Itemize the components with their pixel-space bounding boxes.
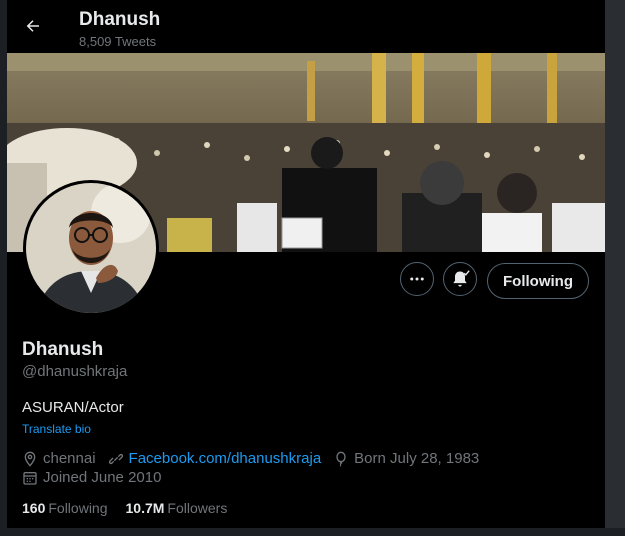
location-pin-icon <box>24 451 36 467</box>
joined-item: Joined June 2010 <box>22 469 161 486</box>
tweet-count: 8,509 Tweets <box>79 34 157 49</box>
back-button[interactable] <box>21 14 45 38</box>
follow-stats: 160 Following 10.7M Followers <box>22 500 245 516</box>
following-label: Following <box>48 500 108 516</box>
website-link[interactable]: Facebook.com/dhanushkraja <box>129 450 322 467</box>
window-edge <box>605 0 625 536</box>
profile-joined-row: Joined June 2010 <box>22 469 173 486</box>
more-dots-icon <box>410 277 424 281</box>
birthday-item: Born July 28, 1983 <box>333 450 479 467</box>
link-icon <box>108 453 123 464</box>
profile-header: Dhanush 8,509 Tweets <box>7 0 605 52</box>
profile-bio: ASURAN/Actor <box>22 399 124 416</box>
following-count: 160 <box>22 500 46 516</box>
more-options-button[interactable] <box>400 262 434 296</box>
website-item[interactable]: Facebook.com/dhanushkraja <box>108 450 322 467</box>
followers-count: 10.7M <box>125 500 165 516</box>
header-title: Dhanush <box>79 9 161 30</box>
location-item: chennai <box>22 450 96 467</box>
arrow-left-icon <box>26 20 39 32</box>
location-text: chennai <box>43 450 96 467</box>
following-stat[interactable]: 160 Following <box>22 500 108 516</box>
followers-stat[interactable]: 10.7M Followers <box>126 500 228 516</box>
followers-label: Followers <box>167 500 228 516</box>
calendar-icon <box>23 471 37 485</box>
balloon-icon <box>336 451 346 467</box>
avatar-image <box>26 183 156 313</box>
joined-text: Joined June 2010 <box>43 469 162 486</box>
profile-meta-row: chennai Facebook.com/dhanushkraja Born J… <box>22 450 491 467</box>
profile-avatar[interactable] <box>23 180 159 316</box>
following-button[interactable]: Following <box>487 263 589 299</box>
profile-name: Dhanush <box>22 339 104 360</box>
translate-bio-link[interactable]: Translate bio <box>22 422 91 436</box>
profile-handle: @dhanushkraja <box>22 363 128 380</box>
notifications-button[interactable] <box>443 262 477 296</box>
bell-check-icon <box>453 270 470 287</box>
window-edge-bottom <box>0 528 625 536</box>
profile-panel: Dhanush 8,509 Tweets Following Dhanush @… <box>7 0 605 528</box>
birthday-text: Born July 28, 1983 <box>354 450 480 467</box>
